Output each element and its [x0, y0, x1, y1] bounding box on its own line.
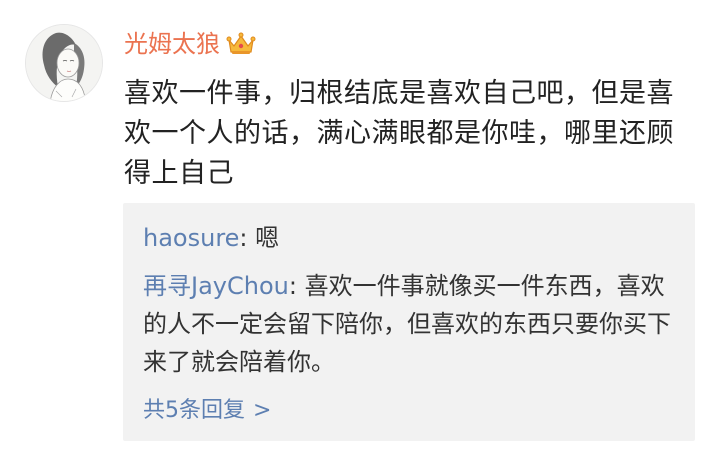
username-link[interactable]: 光姆太狼	[124, 26, 220, 62]
crown-icon[interactable]	[226, 31, 256, 57]
reply-separator: :	[239, 224, 256, 252]
username-row: 光姆太狼	[124, 26, 256, 62]
comment-text: 喜欢一件事，归根结底是喜欢自己吧，但是喜欢一个人的话，满心满眼都是你哇，哪里还顾…	[124, 78, 674, 189]
replies-panel: haosure: 嗯 再寻JayChou: 喜欢一件事就像买一件东西，喜欢的人不…	[123, 203, 695, 441]
reply-author[interactable]: 再寻JayChou	[143, 272, 289, 300]
avatar[interactable]	[25, 24, 103, 102]
reply-author[interactable]: haosure	[143, 224, 239, 252]
reply-item: 再寻JayChou: 喜欢一件事就像买一件东西，喜欢的人不一定会留下陪你，但喜欢…	[143, 267, 683, 381]
view-all-replies-link[interactable]: 共5条回复 >	[143, 393, 271, 429]
chevron-right-icon: >	[253, 398, 272, 423]
reply-item: haosure: 嗯	[143, 219, 683, 257]
comment-card: 光姆太狼 喜欢一件事，归根结底是喜欢自己吧，但是喜欢一个人的话，满心满眼都是你哇…	[0, 0, 720, 459]
more-replies-label: 共5条回复	[143, 398, 245, 423]
reply-text: 嗯	[255, 224, 280, 252]
avatar-illustration	[26, 25, 102, 101]
reply-separator: :	[288, 272, 305, 300]
